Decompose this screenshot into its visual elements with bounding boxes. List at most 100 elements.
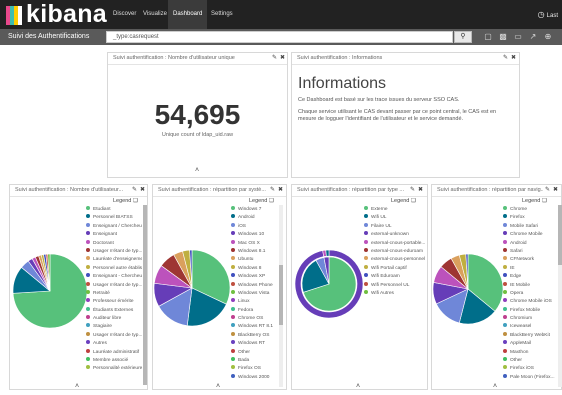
legend-item[interactable]: Windows Phone [231, 281, 279, 290]
legend-item[interactable]: Windows XP [231, 273, 279, 281]
edit-icon[interactable]: ✎ [410, 186, 415, 193]
search-input[interactable]: _type:casrequest [106, 31, 453, 43]
tab-discover[interactable]: Discover [108, 0, 141, 29]
legend-item[interactable]: Pale Moon (Firefox... [503, 373, 559, 382]
chevron-up-icon[interactable]: ˄ [195, 167, 199, 174]
legend-toggle[interactable]: Legend ❏ [391, 198, 416, 204]
chevron-up-icon[interactable]: ˄ [216, 383, 220, 390]
time-picker[interactable]: ◷ Last [538, 0, 558, 29]
legend-item[interactable]: Usager n'étant de typ... [86, 331, 142, 340]
legend-item[interactable]: Windows 10 [231, 231, 279, 239]
legend-item[interactable]: Windows 8.1 [231, 247, 279, 256]
legend-item[interactable]: Chromium [503, 315, 559, 323]
legend-item[interactable]: Android [231, 214, 279, 222]
chevron-up-icon[interactable]: ˄ [75, 383, 79, 390]
close-icon[interactable]: ✖ [511, 54, 516, 61]
legend-item[interactable]: Chrome OS [231, 315, 279, 323]
legend-item[interactable]: Etudiant [86, 206, 142, 214]
legend-item[interactable]: Edge [503, 273, 559, 281]
legend-item[interactable]: Mac OS X [231, 239, 279, 248]
legend-item[interactable]: Windows 8 [231, 264, 279, 273]
legend-item[interactable]: Ubuntu [231, 256, 279, 264]
legend-item[interactable]: Lauréate administratif [86, 348, 142, 357]
close-icon[interactable]: ✖ [140, 186, 145, 193]
close-icon[interactable]: ✖ [553, 186, 558, 193]
open-folder-icon[interactable]: ▭ [513, 32, 523, 42]
close-icon[interactable]: ✖ [278, 186, 283, 193]
legend-item[interactable]: Personnalité extérieure [86, 365, 142, 373]
legend-item[interactable]: Firefox Mobile [503, 306, 559, 315]
legend-item[interactable]: Android [503, 239, 559, 248]
legend-item[interactable]: Filaire UL [364, 222, 426, 231]
chevron-up-icon[interactable]: ˄ [493, 383, 497, 390]
edit-icon[interactable]: ✎ [503, 54, 508, 61]
legend-item[interactable]: IE [503, 264, 559, 273]
legend-item[interactable]: Étudiants Externes [86, 306, 142, 315]
legend-item[interactable]: external-cnous-personnel [364, 256, 426, 264]
legend-item[interactable]: Wifi Autres [364, 289, 426, 298]
tab-dashboard[interactable]: Dashboard [168, 0, 208, 29]
edit-icon[interactable]: ✎ [132, 186, 137, 193]
edit-icon[interactable]: ✎ [272, 54, 277, 61]
legend-item[interactable]: CFNetwork [503, 256, 559, 264]
legend-item[interactable]: external-unknown [364, 231, 426, 239]
legend-item[interactable]: BlackBerry WebKit [503, 331, 559, 340]
legend-item[interactable]: Retraité [86, 289, 142, 298]
add-panel-icon[interactable]: ⊕ [543, 32, 553, 42]
legend-item[interactable]: Windows Vista [231, 289, 279, 298]
tab-visualize[interactable]: Visualize [138, 0, 172, 29]
legend-item[interactable]: Chrome [503, 206, 559, 214]
legend-item[interactable]: Auditeur libre [86, 315, 142, 323]
legend-item[interactable]: Stagiaire [86, 323, 142, 331]
legend-item[interactable]: Iceweasel [503, 323, 559, 331]
legend-item[interactable]: Chrome Mobile [503, 231, 559, 239]
save-icon[interactable]: ▩ [498, 32, 508, 42]
legend-toggle[interactable]: Legend ❏ [249, 198, 274, 204]
legend-item[interactable]: Enseignant [86, 231, 142, 239]
legend-item[interactable]: Other [231, 348, 279, 357]
legend-toggle[interactable]: Legend ❏ [113, 198, 138, 204]
legend-item[interactable]: Fedora [231, 306, 279, 315]
legend-item[interactable]: external-cnous-eduroam [364, 247, 426, 256]
legend-item[interactable]: Firefox iOS [503, 365, 559, 373]
legend-item[interactable]: Wifi Eduroam [364, 273, 426, 281]
legend-item[interactable]: Windows RT 8.1 [231, 323, 279, 331]
legend-item[interactable]: Wifi UL [364, 214, 426, 222]
pie-chart[interactable] [432, 253, 504, 325]
tab-settings[interactable]: Settings [206, 0, 238, 29]
legend-item[interactable]: Mobile Safari [503, 222, 559, 231]
legend-item[interactable]: external-cnous-portable... [364, 239, 426, 248]
pie-chart-nested[interactable] [294, 249, 364, 319]
legend-item[interactable]: Windows RT [231, 340, 279, 348]
legend-scrollbar[interactable] [143, 205, 147, 385]
legend-item[interactable]: IE Mobile [503, 281, 559, 290]
legend-item[interactable]: Safari [503, 247, 559, 256]
legend-item[interactable]: Maxthon [503, 348, 559, 357]
legend-item[interactable]: Externe [364, 206, 426, 214]
legend-item[interactable]: BlackBerry OS [231, 331, 279, 340]
legend-item[interactable]: Windows 7 [231, 206, 279, 214]
legend-item[interactable]: AppleMail [503, 340, 559, 348]
legend-item[interactable]: Wifi Personnel UL [364, 281, 426, 290]
chevron-up-icon[interactable]: ˄ [356, 383, 360, 390]
close-icon[interactable]: ✖ [280, 54, 285, 61]
legend-item[interactable]: Usager n'étant de typ... [86, 247, 142, 256]
legend-item[interactable]: Other [503, 357, 559, 365]
legend-item[interactable]: Linux [231, 298, 279, 306]
legend-item[interactable]: Opera [503, 289, 559, 298]
close-icon[interactable]: ✖ [418, 186, 423, 193]
legend-item[interactable]: Autres [86, 340, 142, 348]
legend-item[interactable]: Membre associé [86, 357, 142, 365]
legend-item[interactable]: Enseignant / Chercheur [86, 222, 142, 231]
pie-chart[interactable] [153, 249, 231, 327]
legend-item[interactable]: Professeur émérite [86, 298, 142, 306]
legend-item[interactable]: Firefox OS [231, 365, 279, 373]
kibana-logo-text[interactable]: kibana [26, 1, 107, 27]
legend-scrollbar[interactable] [279, 205, 283, 387]
edit-icon[interactable]: ✎ [270, 186, 275, 193]
new-dashboard-icon[interactable]: ▢ [483, 32, 493, 42]
legend-toggle[interactable]: Legend ❏ [522, 198, 547, 204]
legend-item[interactable]: Personnel autre établis... [86, 264, 142, 273]
legend-item[interactable]: Bada [231, 357, 279, 365]
search-button[interactable]: ⚲ [454, 31, 472, 43]
